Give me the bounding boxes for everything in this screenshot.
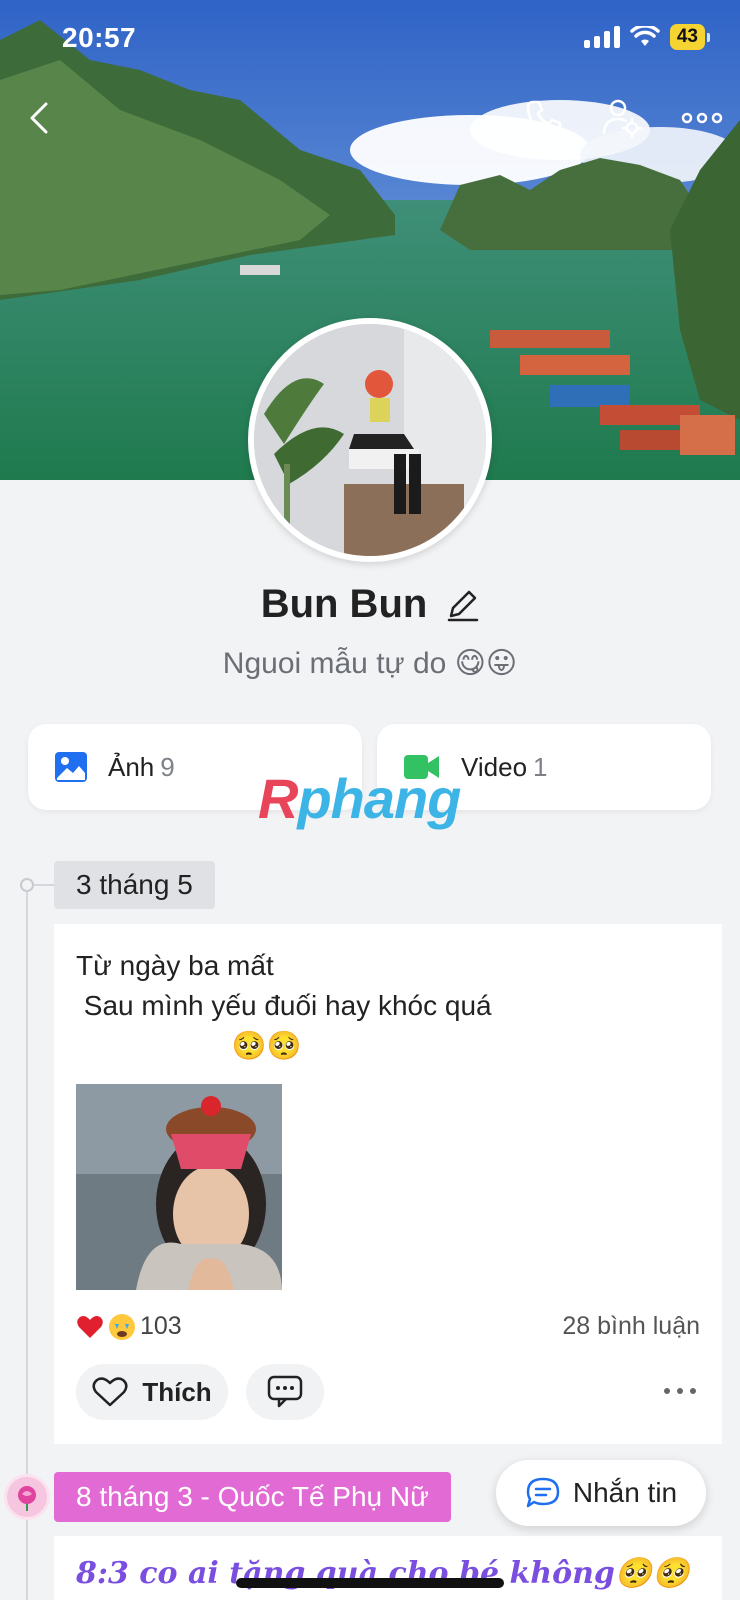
like-label: Thích <box>142 1376 212 1407</box>
status-icons: 43 <box>583 24 710 50</box>
watermark-part1: R <box>258 767 298 830</box>
pencil-icon[interactable] <box>445 588 479 622</box>
videos-label-wrap: Video 1 <box>461 752 548 783</box>
post-photo[interactable] <box>76 1084 282 1290</box>
message-button[interactable]: Nhắn tin <box>496 1460 706 1526</box>
profile-name: Bun Bun <box>260 582 428 626</box>
more-options-button[interactable] <box>676 92 728 144</box>
user-settings-icon <box>602 99 643 139</box>
post-more-button[interactable] <box>660 1376 700 1406</box>
comment-bubble-icon <box>267 1375 303 1408</box>
rose-icon <box>4 1474 50 1520</box>
profile-name-row: Bun Bun <box>0 582 740 627</box>
crying-face-reaction-icon <box>108 1313 136 1341</box>
more-dots-icon <box>664 1388 696 1394</box>
videos-label: Video <box>461 751 528 782</box>
chat-bubble-icon <box>526 1477 560 1508</box>
photos-label-wrap: Ảnh 9 <box>108 752 175 783</box>
status-time: 20:57 <box>62 22 137 53</box>
message-label: Nhắn tin <box>572 1477 678 1508</box>
comment-button[interactable] <box>246 1364 324 1420</box>
call-button[interactable] <box>518 92 570 144</box>
status-bar: 20:57 43 <box>0 0 740 80</box>
videos-count: 1 <box>533 751 548 782</box>
battery-level: 43 <box>669 24 705 50</box>
watermark-logo: Rphang <box>258 766 461 831</box>
image-icon <box>55 752 87 782</box>
reactions-summary[interactable]: 103 <box>76 1312 182 1341</box>
timeline-connector <box>34 884 54 886</box>
battery-indicator: 43 <box>669 24 710 50</box>
avatar[interactable] <box>248 318 492 562</box>
phone-icon <box>526 100 562 136</box>
heart-outline-icon <box>92 1377 128 1407</box>
reaction-count: 103 <box>140 1312 182 1340</box>
profile-page: 20:57 43 Bun Bun Nguoi mẫu tự do 😋😛 Ảnh … <box>0 0 740 1600</box>
more-horizontal-icon <box>681 112 723 124</box>
like-button[interactable]: Thích <box>76 1364 228 1420</box>
profile-bio: Nguoi mẫu tự do 😋😛 <box>222 647 518 680</box>
post-card-2[interactable]: 8:3 co ai tặng quà cho bé không🥺🥺 <box>54 1536 722 1600</box>
photos-count: 9 <box>160 751 175 782</box>
post-date-chip-2: 8 tháng 3 - Quốc Tế Phụ Nữ <box>54 1472 451 1522</box>
back-button[interactable] <box>14 92 66 144</box>
battery-tip <box>707 32 710 42</box>
post-text: Từ ngày ba mất Sau mình yếu đuối hay khó… <box>76 950 492 1061</box>
profile-settings-button[interactable] <box>596 92 648 144</box>
watermark-part2: phang <box>297 767 461 830</box>
comments-count[interactable]: 28 bình luận <box>562 1312 700 1341</box>
timeline-dot <box>20 878 34 892</box>
photos-label: Ảnh <box>108 751 155 782</box>
wifi-icon <box>630 26 660 46</box>
signal-icon <box>583 26 620 48</box>
post-date-chip: 3 tháng 5 <box>54 861 215 909</box>
heart-reaction-icon <box>76 1313 104 1341</box>
home-indicator[interactable] <box>236 1578 504 1588</box>
post-card[interactable]: Từ ngày ba mất Sau mình yếu đuối hay khó… <box>54 924 722 1444</box>
chevron-left-icon <box>30 102 48 134</box>
